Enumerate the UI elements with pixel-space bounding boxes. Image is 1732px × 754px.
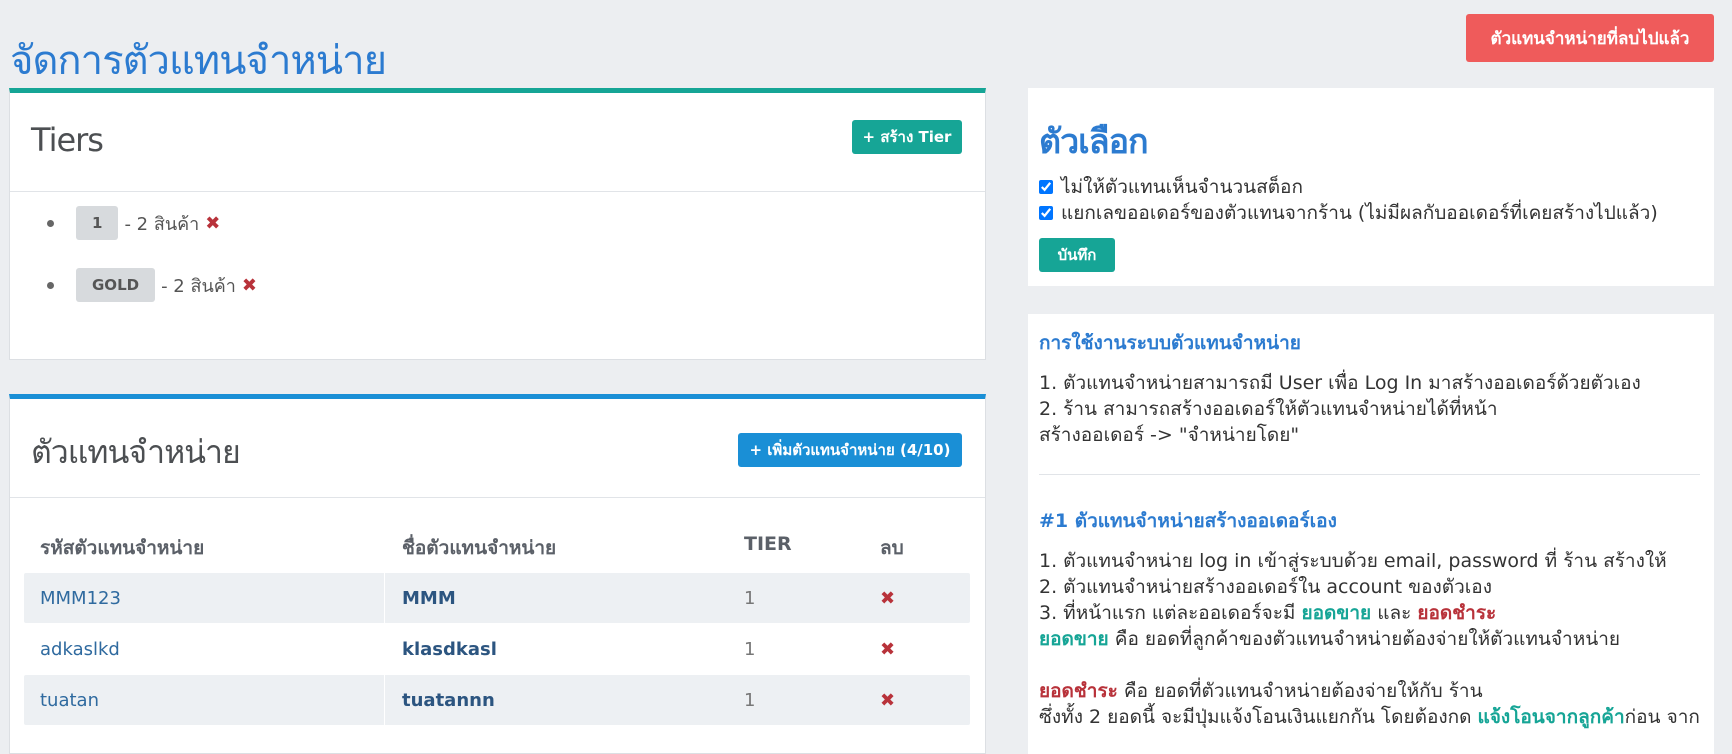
bullet-icon — [47, 219, 54, 227]
agents-header: ตัวแทนจำหน่าย + เพิ่มตัวแทนจำหน่าย (4/10… — [10, 399, 985, 498]
tier-product-count: - 2 สินค้า — [161, 275, 236, 297]
deleted-agents-button[interactable]: ตัวแทนจำหน่ายที่ลบไปแล้ว — [1466, 14, 1714, 62]
help-line: สร้างออเดอร์ -> "จำหน่ายโดย" — [1039, 424, 1300, 446]
tier-badge[interactable]: 1 — [76, 206, 119, 240]
tier-product-count: - 2 สินค้า — [124, 213, 200, 235]
sales-definition: คือ ยอดที่ลูกค้าของตัวแทนจำหน่ายต้องจ่าย… — [1114, 628, 1621, 650]
tiers-header: Tiers + สร้าง Tier — [10, 93, 985, 192]
options-panel: ตัวเลือก ไม่ให้ตัวแทนเห็นจำนวนสต็อก แยกเ… — [1028, 88, 1714, 286]
table-row — [24, 624, 970, 674]
agent-code-link[interactable]: MMM123 — [40, 588, 121, 609]
last-line-text: ซึ่งทั้ง 2 ยอดนี้ จะมีปุ่มแจ้งโอนเงินแยก… — [1039, 706, 1472, 728]
agent-name: MMM — [402, 588, 456, 609]
save-button[interactable]: บันทึก — [1039, 238, 1115, 272]
sales-term: ยอดขาย — [1039, 628, 1109, 650]
column-header-delete: ลบ — [880, 537, 904, 559]
agent-tier: 1 — [744, 639, 756, 660]
agents-title: ตัวแทนจำหน่าย — [31, 433, 241, 471]
delete-agent-icon[interactable]: ✖ — [880, 690, 895, 711]
delete-tier-icon[interactable]: ✖ — [242, 275, 257, 296]
table-row — [24, 675, 970, 725]
add-agent-button[interactable]: + เพิ่มตัวแทนจำหน่าย (4/10) — [738, 433, 962, 467]
column-divider — [384, 675, 385, 725]
tier-badge[interactable]: GOLD — [76, 268, 156, 302]
column-header-name: ชื่อตัวแทนจำหน่าย — [402, 537, 557, 559]
column-header-code: รหัสตัวแทนจำหน่าย — [40, 537, 205, 559]
tier-item: 1 - 2 สินค้า ✖ — [47, 206, 220, 240]
payment-term: ยอดชำระ — [1039, 680, 1118, 702]
agent-tier: 1 — [744, 690, 756, 711]
tier-item: GOLD - 2 สินค้า ✖ — [47, 268, 257, 302]
column-header-tier: TIER — [744, 533, 792, 555]
separate-order-label: แยกเลขออเดอร์ของตัวแทนจากร้าน (ไม่มีผลกั… — [1061, 202, 1658, 224]
last-line-suffix: ก่อน จาก — [1624, 706, 1700, 728]
help-line: ยอดขาย คือ ยอดที่ลูกค้าของตัวแทนจำหน่ายต… — [1039, 624, 1620, 654]
delete-tier-icon[interactable]: ✖ — [205, 213, 220, 234]
hide-stock-checkbox[interactable] — [1039, 180, 1053, 194]
divider — [1039, 474, 1700, 475]
agent-tier: 1 — [744, 588, 756, 609]
create-tier-button[interactable]: + สร้าง Tier — [852, 120, 962, 154]
separate-order-option[interactable]: แยกเลขออเดอร์ของตัวแทนจากร้าน (ไม่มีผลกั… — [1039, 198, 1658, 228]
help-heading: #1 ตัวแทนจำหน่ายสร้างออเดอร์เอง — [1039, 510, 1337, 532]
delete-agent-icon[interactable]: ✖ — [880, 588, 895, 609]
delete-agent-icon[interactable]: ✖ — [880, 639, 895, 660]
bullet-icon — [47, 281, 54, 289]
payment-definition: คือ ยอดที่ตัวแทนจำหน่ายต้องจ่ายให้กับ ร้… — [1123, 680, 1483, 702]
agent-name: klasdkasl — [402, 639, 497, 660]
help-line: ซึ่งทั้ง 2 ยอดนี้ จะมีปุ่มแจ้งโอนเงินแยก… — [1039, 702, 1700, 732]
agent-name: tuatannn — [402, 690, 495, 711]
customer-transfer-link[interactable]: แจ้งโอนจากลูกค้า — [1478, 706, 1625, 728]
tiers-title: Tiers — [31, 121, 104, 159]
step3-text: 3. ที่หน้าแรก แต่ละออเดอร์จะมี — [1039, 602, 1296, 624]
agent-code-link[interactable]: adkaslkd — [40, 639, 120, 660]
sales-term: ยอดขาย — [1301, 602, 1372, 624]
and-text: และ — [1377, 602, 1412, 624]
separate-order-checkbox[interactable] — [1039, 206, 1053, 220]
help-panel: การใช้งานระบบตัวแทนจำหน่าย 1. ตัวแทนจำหน… — [1028, 314, 1714, 754]
options-title: ตัวเลือก — [1039, 122, 1149, 162]
payment-term: ยอดชำระ — [1417, 602, 1497, 624]
column-divider — [384, 573, 385, 623]
help-heading: การใช้งานระบบตัวแทนจำหน่าย — [1039, 332, 1301, 354]
page-title: จัดการตัวแทนจำหน่าย — [10, 38, 387, 84]
agent-code-link[interactable]: tuatan — [40, 690, 99, 711]
table-row — [24, 573, 970, 623]
